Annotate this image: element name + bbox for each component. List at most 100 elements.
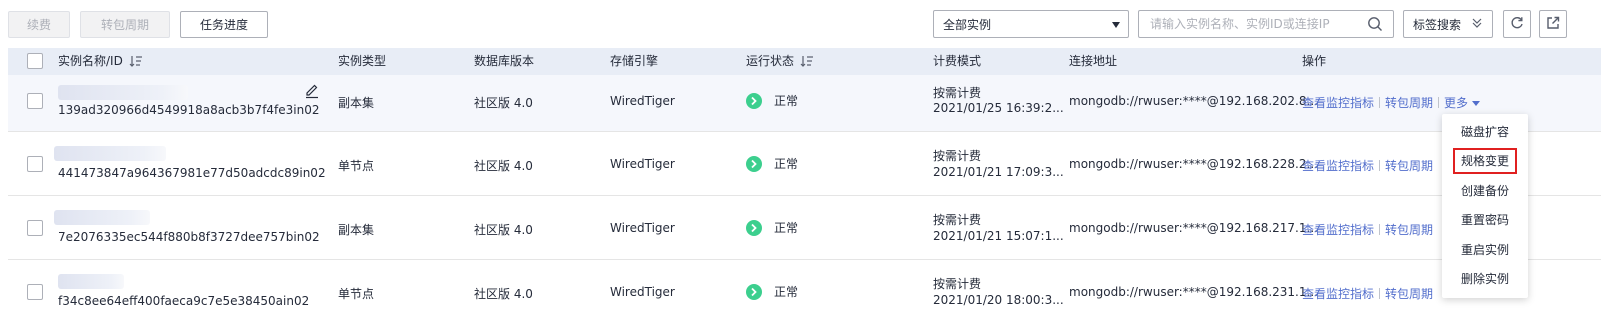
export-button[interactable] [1539, 10, 1567, 38]
row-actions: 查看监控指标 转包周期 更多 [1302, 94, 1481, 111]
instance-filter-value: 全部实例 [943, 17, 992, 32]
view-monitoring-link[interactable]: 查看监控指标 [1302, 223, 1374, 237]
row-checkbox[interactable] [27, 220, 43, 236]
row-actions: 查看监控指标 转包周期 [1302, 221, 1433, 238]
instance-type: 单节点 [338, 159, 375, 173]
row-checkbox[interactable] [27, 156, 43, 172]
divider [1379, 224, 1381, 235]
instance-id: 139ad320966d4549918a8acb3b7f4fe3in02 [58, 103, 320, 117]
column-header-name[interactable]: 实例名称/ID [58, 48, 143, 75]
run-status: 正常 [746, 283, 798, 300]
tag-search-label: 标签搜索 [1413, 17, 1462, 32]
db-version: 社区版 4.0 [474, 96, 533, 110]
select-all-checkbox[interactable] [27, 53, 43, 69]
column-header-type: 实例类型 [338, 54, 387, 68]
caret-down-icon [1472, 101, 1481, 106]
menu-item-restart-instance[interactable]: 重启实例 [1442, 237, 1528, 263]
tag-search-button[interactable]: 标签搜索 [1403, 10, 1493, 38]
run-status: 正常 [746, 155, 798, 172]
search-input[interactable] [1139, 11, 1359, 37]
instance-type: 副本集 [338, 96, 375, 110]
column-header-status[interactable]: 运行状态 [746, 48, 814, 75]
storage-engine: WiredTiger [610, 285, 675, 299]
divider [1379, 160, 1381, 171]
status-text: 正常 [774, 285, 799, 299]
instance-name-redacted [54, 210, 150, 225]
db-version: 社区版 4.0 [474, 159, 533, 173]
column-header-engine: 存储引擎 [610, 54, 659, 68]
created-time: 2021/01/21 15:07:1... [933, 229, 1064, 243]
menu-item-disk-expand[interactable]: 磁盘扩容 [1442, 119, 1528, 145]
column-header-status-label: 运行状态 [746, 54, 795, 68]
status-text: 正常 [774, 94, 799, 108]
view-monitoring-link[interactable]: 查看监控指标 [1302, 287, 1374, 301]
billing-mode: 按需计费 [933, 213, 982, 227]
instance-id: 7e2076335ec544f880b8f3727dee757bin02 [58, 230, 320, 244]
table-row: 139ad320966d4549918a8acb3b7f4fe3in02 副本集… [8, 75, 1601, 132]
created-time: 2021/01/21 17:09:3... [933, 165, 1064, 179]
run-status: 正常 [746, 92, 798, 109]
instance-id: f34c8ee64eff400faeca9c7e5e38450ain02 [58, 294, 310, 308]
column-header-actions: 操作 [1302, 54, 1327, 68]
column-header-name-label: 实例名称/ID [58, 54, 123, 68]
status-ok-icon [746, 220, 762, 236]
search-icon[interactable] [1367, 16, 1383, 35]
more-dropdown-link[interactable]: 更多 [1444, 96, 1481, 110]
instance-name-redacted [58, 85, 188, 100]
sort-icon[interactable] [800, 50, 814, 77]
row-actions: 查看监控指标 转包周期 [1302, 285, 1433, 302]
instance-filter-select[interactable]: 全部实例 [933, 10, 1129, 38]
status-text: 正常 [774, 157, 799, 171]
task-progress-button[interactable]: 任务进度 [180, 11, 268, 38]
db-version: 社区版 4.0 [474, 223, 533, 237]
edit-icon[interactable] [304, 83, 320, 102]
column-header-billing: 计费模式 [933, 54, 982, 68]
status-ok-icon [746, 156, 762, 172]
double-chevron-down-icon [1472, 17, 1482, 32]
created-time: 2021/01/20 18:00:3... [933, 293, 1064, 307]
billing-mode: 按需计费 [933, 86, 982, 100]
renew-button[interactable]: 续费 [8, 11, 70, 38]
toolbar: 续费 转包周期 任务进度 全部实例 标签搜索 [0, 0, 1601, 48]
row-checkbox[interactable] [27, 284, 43, 300]
to-yearly-link[interactable]: 转包周期 [1385, 96, 1433, 110]
connection-address: mongodb://rwuser:****@192.168.231.1... [1069, 285, 1318, 299]
to-yearly-button[interactable]: 转包周期 [80, 11, 170, 38]
to-yearly-link[interactable]: 转包周期 [1385, 159, 1433, 173]
more-label: 更多 [1444, 96, 1469, 110]
sort-icon[interactable] [129, 50, 143, 77]
instance-name-redacted [58, 274, 124, 289]
connection-address: mongodb://rwuser:****@192.168.202.8... [1069, 94, 1318, 108]
to-yearly-link[interactable]: 转包周期 [1385, 287, 1433, 301]
menu-item-spec-change[interactable]: 规格变更 [1453, 148, 1517, 174]
storage-engine: WiredTiger [610, 94, 675, 108]
view-monitoring-link[interactable]: 查看监控指标 [1302, 96, 1374, 110]
db-version: 社区版 4.0 [474, 287, 533, 301]
instance-type: 副本集 [338, 223, 375, 237]
menu-item-reset-password[interactable]: 重置密码 [1442, 207, 1528, 233]
storage-engine: WiredTiger [610, 221, 675, 235]
status-ok-icon [746, 93, 762, 109]
status-ok-icon [746, 284, 762, 300]
caret-down-icon [1112, 22, 1120, 28]
table-header: 实例名称/ID 实例类型 数据库版本 存储引擎 运行状态 计费模式 连接地址 操… [8, 48, 1601, 75]
column-header-version: 数据库版本 [474, 54, 535, 68]
search-box[interactable] [1138, 10, 1394, 38]
run-status: 正常 [746, 219, 798, 236]
menu-item-create-backup[interactable]: 创建备份 [1442, 178, 1528, 204]
row-checkbox[interactable] [27, 93, 43, 109]
divider [1438, 97, 1440, 108]
instance-type: 单节点 [338, 287, 375, 301]
more-dropdown-menu: 磁盘扩容 规格变更 创建备份 重置密码 重启实例 删除实例 [1442, 114, 1528, 298]
row-actions: 查看监控指标 转包周期 [1302, 157, 1433, 174]
table-row: 441473847a964367981e77d50adcdc89in02 单节点… [8, 132, 1601, 196]
view-monitoring-link[interactable]: 查看监控指标 [1302, 159, 1374, 173]
divider [1379, 288, 1381, 299]
to-yearly-link[interactable]: 转包周期 [1385, 223, 1433, 237]
table-row: f34c8ee64eff400faeca9c7e5e38450ain02 单节点… [8, 260, 1601, 319]
divider [1379, 97, 1381, 108]
refresh-button[interactable] [1503, 10, 1531, 38]
billing-mode: 按需计费 [933, 277, 982, 291]
menu-item-delete-instance[interactable]: 删除实例 [1442, 266, 1528, 292]
created-time: 2021/01/25 16:39:2... [933, 101, 1064, 115]
